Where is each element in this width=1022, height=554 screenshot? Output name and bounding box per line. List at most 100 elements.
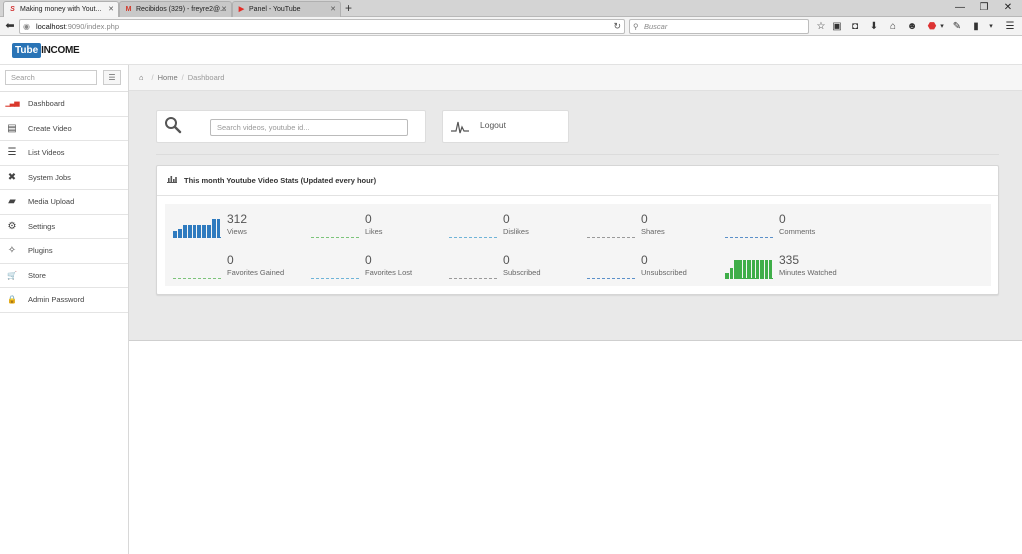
magic-icon: ✧	[7, 245, 17, 256]
browser-tab[interactable]: S Making money with Yout... ✕	[3, 1, 119, 17]
video-search-input[interactable]: Search videos, youtube id...	[210, 119, 408, 136]
stat-label: Shares	[641, 227, 665, 236]
stat-value: 0	[365, 253, 372, 267]
sparkline	[449, 218, 497, 238]
sparkline-bar	[769, 260, 773, 279]
logout-button[interactable]: Logout	[442, 110, 569, 143]
site-info-icon[interactable]: ◉	[23, 20, 30, 33]
sidebar-item-label: Plugins	[28, 246, 53, 255]
sidebar-item-plugins[interactable]: ✧ Plugins	[0, 239, 128, 264]
sparkline-bar	[738, 260, 742, 279]
pulse-icon	[451, 119, 469, 137]
sidebar-item-create-video[interactable]: ▤ Create Video	[0, 116, 128, 141]
tab-favicon: M	[125, 6, 132, 13]
new-tab-button[interactable]: +	[345, 1, 352, 15]
sparkline-baseline	[587, 237, 635, 238]
sidebar-item-label: Admin Password	[28, 295, 85, 304]
url-host: localhost	[36, 22, 66, 31]
sidebar-item-system-jobs[interactable]: ✖ System Jobs	[0, 165, 128, 190]
stat-value: 0	[503, 253, 510, 267]
sidebar-item-settings[interactable]: ⚙ Settings	[0, 214, 128, 239]
video-search-panel: Search videos, youtube id...	[156, 110, 426, 143]
stat-value: 312	[227, 212, 248, 226]
video-search-placeholder: Search videos, youtube id...	[217, 123, 310, 132]
logo-tube: Tube	[12, 43, 42, 58]
bookmark-star-icon[interactable]: ☆	[814, 19, 828, 34]
sidebar-item-list-videos[interactable]: ☰ List Videos	[0, 141, 128, 166]
sparkline	[311, 259, 359, 279]
window-close-button[interactable]: ✕	[996, 1, 1020, 15]
tools-icon: ✖	[7, 171, 17, 183]
sparkline	[173, 218, 221, 238]
logo[interactable]: Tube INCOME	[12, 43, 80, 58]
home-icon[interactable]: ⌂	[886, 19, 900, 34]
chat-icon[interactable]: ☻	[905, 19, 919, 34]
reload-icon[interactable]: ↻	[613, 20, 621, 33]
stat-unsubscribed: 0 Unsubscribed	[587, 253, 717, 285]
gears-icon: ⚙	[7, 220, 17, 232]
pocket-icon[interactable]: ◘	[848, 19, 862, 34]
minimize-button[interactable]: —	[948, 1, 972, 15]
sidebar-item-label: System Jobs	[28, 172, 71, 182]
sidebar-item-dashboard[interactable]: ▁▃▅ Dashboard	[0, 92, 128, 117]
sparkline-bar	[202, 225, 207, 238]
back-arrow-icon[interactable]: ⬅	[3, 19, 17, 33]
adblock-menu-icon[interactable]: ▾	[935, 19, 949, 34]
download-icon[interactable]: ⬇	[867, 19, 881, 34]
extension-icon[interactable]: ✎	[950, 19, 964, 34]
browser-nav-bar: ⬅ ◉ localhost:9090/index.php ↻ ⚲ Buscar …	[0, 17, 1022, 36]
url-bar[interactable]: ◉ localhost:9090/index.php ↻	[19, 19, 625, 34]
list-icon: ☰	[7, 147, 17, 158]
stat-views: 312 Views	[173, 212, 303, 244]
sparkline-bar	[755, 260, 760, 279]
url-path: :9090/index.php	[65, 22, 119, 31]
close-icon[interactable]: ✕	[221, 2, 227, 17]
stat-favorites-gained: 0 Favorites Gained	[173, 253, 303, 285]
sparkline-bar	[742, 260, 747, 279]
stat-subscribed: 0 Subscribed	[449, 253, 579, 285]
menu-toggle-button[interactable]: ☰	[103, 70, 121, 85]
overflow-menu-icon[interactable]: ▾	[984, 19, 998, 34]
sparkline-baseline	[449, 278, 497, 279]
search-icon: ⚲	[633, 22, 639, 31]
app-header: Tube INCOME	[0, 37, 1022, 65]
logo-income: INCOME	[41, 45, 80, 56]
stat-label: Unsubscribed	[641, 268, 687, 277]
close-icon[interactable]: ✕	[108, 2, 114, 17]
stat-label: Views	[227, 227, 247, 236]
sparkline-bar	[760, 260, 764, 279]
sidebar-item-media-upload[interactable]: ▰ Media Upload	[0, 190, 128, 215]
reading-list-icon[interactable]: ▣	[830, 19, 844, 34]
sparkline-bar	[183, 225, 187, 238]
tab-title: Panel - YouTube	[249, 6, 301, 13]
browser-tab[interactable]: M Recibidos (329) - freyre2@... ✕	[119, 1, 232, 17]
sidebar: Search ☰ ▁▃▅ Dashboard ▤ Create Video ☰ …	[0, 65, 129, 554]
browser-search-input[interactable]: ⚲ Buscar	[629, 19, 809, 34]
sparkline-bar	[207, 225, 211, 238]
sparkline-bar	[211, 219, 216, 238]
sidebar-item-store[interactable]: 🛒 Store	[0, 263, 128, 288]
sparkline-bar	[764, 260, 769, 279]
sidebar-icon[interactable]: ▮	[969, 19, 983, 34]
sparkline-bar	[173, 231, 178, 238]
browser-tab[interactable]: ▶ Panel - YouTube ✕	[232, 1, 341, 17]
breadcrumb-home-link[interactable]: Home	[158, 73, 178, 82]
hamburger-menu-icon[interactable]: ☰	[1003, 19, 1017, 34]
stats-title-text: This month Youtube Video Stats (Updated …	[184, 176, 377, 185]
stats-grid: 312 Views 0 Likes 0 Dislikes 0 Shares 0 Comme…	[165, 204, 991, 286]
sparkline-bar	[216, 219, 221, 238]
tab-title: Recibidos (329) - freyre2@...	[136, 6, 226, 13]
sparkline	[587, 218, 635, 238]
stat-value: 0	[365, 212, 372, 226]
sidebar-item-admin-password[interactable]: 🔒 Admin Password	[0, 288, 128, 313]
restore-button[interactable]: ❐	[972, 1, 996, 15]
stat-label: Likes	[365, 227, 383, 236]
main-content: ⌂ / Home / Dashboard Search videos, youtube …	[129, 65, 1022, 341]
sparkline-baseline	[449, 237, 497, 238]
home-icon[interactable]: ⌂	[139, 73, 144, 82]
stat-likes: 0 Likes	[311, 212, 441, 244]
sparkline-baseline	[311, 278, 359, 279]
stat-value: 0	[641, 253, 648, 267]
sidebar-search-input[interactable]: Search	[5, 70, 97, 85]
close-icon[interactable]: ✕	[330, 2, 336, 17]
